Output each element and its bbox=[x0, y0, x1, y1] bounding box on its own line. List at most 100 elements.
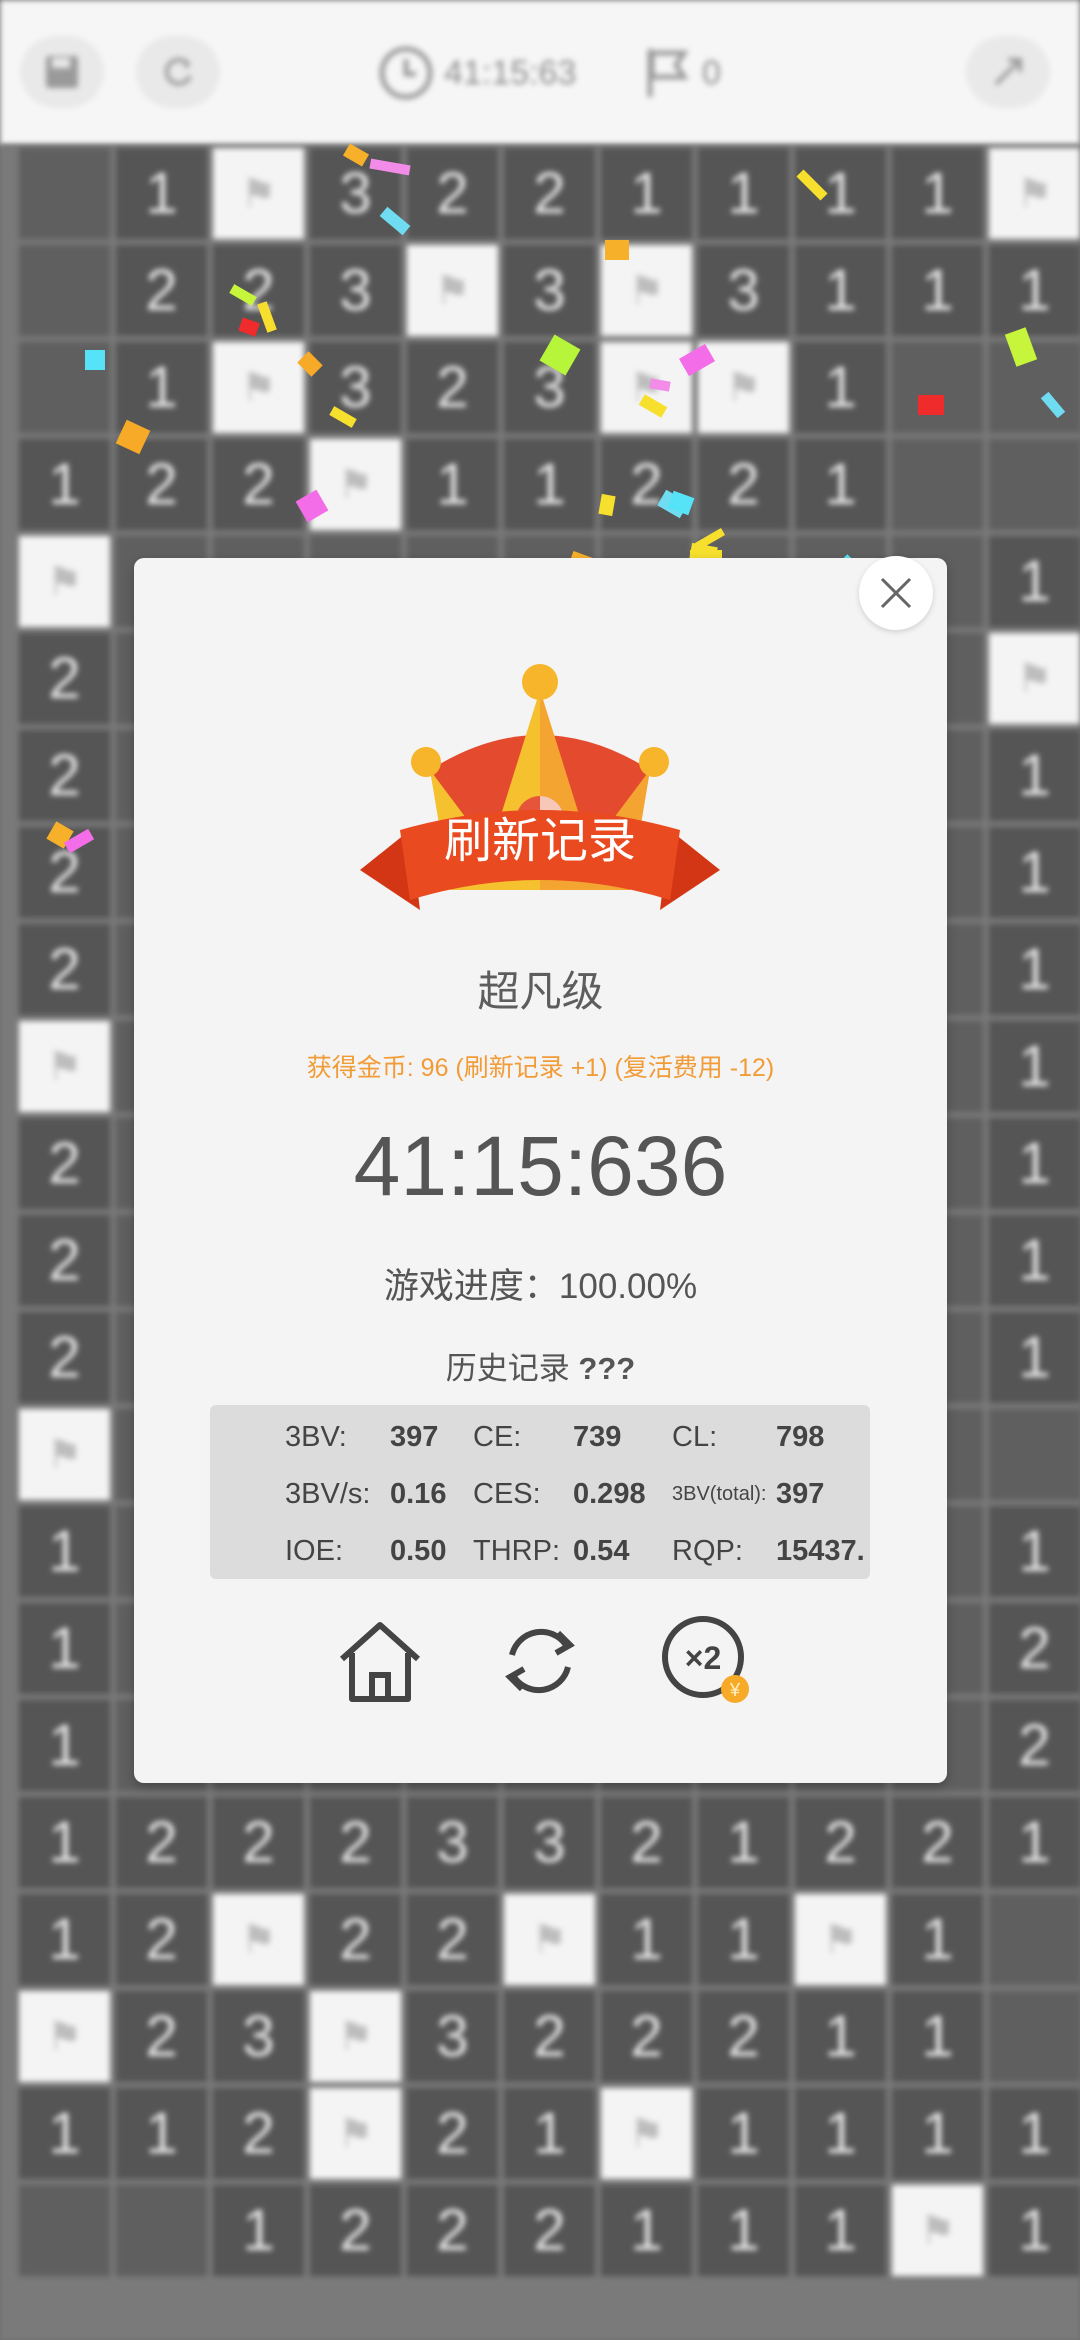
fullscreen-button[interactable] bbox=[966, 36, 1050, 108]
board-cell[interactable]: 1 bbox=[890, 1989, 985, 2084]
close-button[interactable] bbox=[859, 556, 933, 630]
board-cell[interactable]: 2 bbox=[599, 1989, 694, 2084]
flag-cell[interactable]: ⚑ bbox=[17, 534, 112, 629]
board-cell[interactable]: 1 bbox=[211, 2183, 306, 2278]
board-cell[interactable]: 3 bbox=[502, 340, 597, 435]
board-cell[interactable]: 1 bbox=[696, 1892, 791, 1987]
board-cell[interactable] bbox=[987, 1989, 1080, 2084]
board-cell[interactable] bbox=[17, 146, 112, 241]
board-cell[interactable]: 2 bbox=[114, 1892, 209, 1987]
flag-cell[interactable]: ⚑ bbox=[599, 340, 694, 435]
board-cell[interactable]: 3 bbox=[405, 1795, 500, 1890]
board-cell[interactable]: 1 bbox=[696, 146, 791, 241]
flag-cell[interactable]: ⚑ bbox=[211, 146, 306, 241]
board-cell[interactable]: 2 bbox=[405, 2183, 500, 2278]
board-cell[interactable]: 1 bbox=[114, 340, 209, 435]
board-cell[interactable]: 1 bbox=[17, 1892, 112, 1987]
board-cell[interactable]: 1 bbox=[987, 1019, 1080, 1114]
flag-cell[interactable]: ⚑ bbox=[211, 1892, 306, 1987]
board-cell[interactable]: 1 bbox=[793, 340, 888, 435]
board-cell[interactable]: 2 bbox=[890, 1795, 985, 1890]
board-cell[interactable]: 1 bbox=[793, 2086, 888, 2181]
flag-cell[interactable]: ⚑ bbox=[211, 340, 306, 435]
board-cell[interactable]: 2 bbox=[502, 2183, 597, 2278]
board-cell[interactable]: 1 bbox=[405, 437, 500, 532]
board-cell[interactable]: 1 bbox=[17, 1504, 112, 1599]
board-cell[interactable]: 2 bbox=[17, 1213, 112, 1308]
board-cell[interactable]: 1 bbox=[890, 1892, 985, 1987]
double-coins-button[interactable]: ×2 ¥ bbox=[652, 1613, 762, 1709]
board-cell[interactable]: 2 bbox=[17, 1116, 112, 1211]
board-cell[interactable]: 2 bbox=[211, 243, 306, 338]
flag-cell[interactable]: ⚑ bbox=[987, 146, 1080, 241]
board-cell[interactable]: 2 bbox=[502, 1989, 597, 2084]
board-cell[interactable]: 3 bbox=[308, 340, 403, 435]
board-cell[interactable] bbox=[17, 2183, 112, 2278]
flag-cell[interactable]: ⚑ bbox=[308, 2086, 403, 2181]
board-cell[interactable]: 3 bbox=[502, 243, 597, 338]
board-cell[interactable] bbox=[987, 437, 1080, 532]
board-cell[interactable] bbox=[987, 1407, 1080, 1502]
board-cell[interactable]: 1 bbox=[793, 146, 888, 241]
flag-cell[interactable]: ⚑ bbox=[308, 437, 403, 532]
board-cell[interactable]: 2 bbox=[114, 243, 209, 338]
board-cell[interactable]: 3 bbox=[308, 146, 403, 241]
board-cell[interactable]: 1 bbox=[987, 1504, 1080, 1599]
board-cell[interactable] bbox=[114, 2183, 209, 2278]
board-cell[interactable]: 1 bbox=[987, 728, 1080, 823]
board-cell[interactable]: 1 bbox=[696, 1795, 791, 1890]
board-cell[interactable]: 1 bbox=[987, 534, 1080, 629]
board-cell[interactable]: 2 bbox=[17, 631, 112, 726]
save-button[interactable] bbox=[20, 36, 104, 108]
restart-button[interactable] bbox=[136, 36, 220, 108]
board-cell[interactable]: 2 bbox=[599, 437, 694, 532]
flag-cell[interactable]: ⚑ bbox=[599, 2086, 694, 2181]
board-cell[interactable]: 3 bbox=[405, 1989, 500, 2084]
board-cell[interactable]: 2 bbox=[308, 1795, 403, 1890]
board-cell[interactable]: 2 bbox=[17, 825, 112, 920]
board-cell[interactable]: 2 bbox=[308, 2183, 403, 2278]
board-cell[interactable]: 1 bbox=[890, 2086, 985, 2181]
board-cell[interactable]: 2 bbox=[17, 728, 112, 823]
board-cell[interactable]: 1 bbox=[793, 243, 888, 338]
board-cell[interactable]: 2 bbox=[987, 1698, 1080, 1793]
board-cell[interactable]: 1 bbox=[17, 437, 112, 532]
board-cell[interactable]: 2 bbox=[405, 340, 500, 435]
board-cell[interactable]: 1 bbox=[502, 2086, 597, 2181]
board-cell[interactable]: 1 bbox=[987, 825, 1080, 920]
flag-cell[interactable]: ⚑ bbox=[405, 243, 500, 338]
board-cell[interactable]: 3 bbox=[502, 1795, 597, 1890]
board-cell[interactable] bbox=[17, 243, 112, 338]
board-cell[interactable]: 1 bbox=[987, 1213, 1080, 1308]
board-cell[interactable]: 3 bbox=[211, 1989, 306, 2084]
board-cell[interactable]: 1 bbox=[599, 146, 694, 241]
board-cell[interactable]: 3 bbox=[308, 243, 403, 338]
board-cell[interactable]: 2 bbox=[114, 1989, 209, 2084]
board-cell[interactable] bbox=[987, 1892, 1080, 1987]
board-cell[interactable]: 2 bbox=[211, 1795, 306, 1890]
flag-cell[interactable]: ⚑ bbox=[793, 1892, 888, 1987]
board-cell[interactable]: 1 bbox=[987, 1116, 1080, 1211]
board-cell[interactable]: 2 bbox=[211, 2086, 306, 2181]
board-cell[interactable]: 2 bbox=[211, 437, 306, 532]
home-button[interactable] bbox=[332, 1613, 428, 1709]
board-cell[interactable]: 1 bbox=[987, 243, 1080, 338]
board-cell[interactable]: 2 bbox=[599, 1795, 694, 1890]
board-cell[interactable]: 1 bbox=[114, 2086, 209, 2181]
board-cell[interactable]: 2 bbox=[114, 437, 209, 532]
board-cell[interactable]: 2 bbox=[114, 1795, 209, 1890]
board-cell[interactable]: 2 bbox=[696, 437, 791, 532]
board-cell[interactable]: 2 bbox=[308, 1892, 403, 1987]
board-cell[interactable]: 1 bbox=[890, 243, 985, 338]
board-cell[interactable] bbox=[890, 437, 985, 532]
flag-cell[interactable]: ⚑ bbox=[17, 1407, 112, 1502]
board-cell[interactable]: 3 bbox=[696, 243, 791, 338]
board-cell[interactable]: 1 bbox=[17, 2086, 112, 2181]
flag-cell[interactable]: ⚑ bbox=[17, 1019, 112, 1114]
board-cell[interactable]: 1 bbox=[17, 1601, 112, 1696]
board-cell[interactable]: 2 bbox=[405, 2086, 500, 2181]
flag-cell[interactable]: ⚑ bbox=[308, 1989, 403, 2084]
board-cell[interactable]: 2 bbox=[405, 146, 500, 241]
board-cell[interactable]: 1 bbox=[890, 146, 985, 241]
board-cell[interactable]: 1 bbox=[987, 2183, 1080, 2278]
